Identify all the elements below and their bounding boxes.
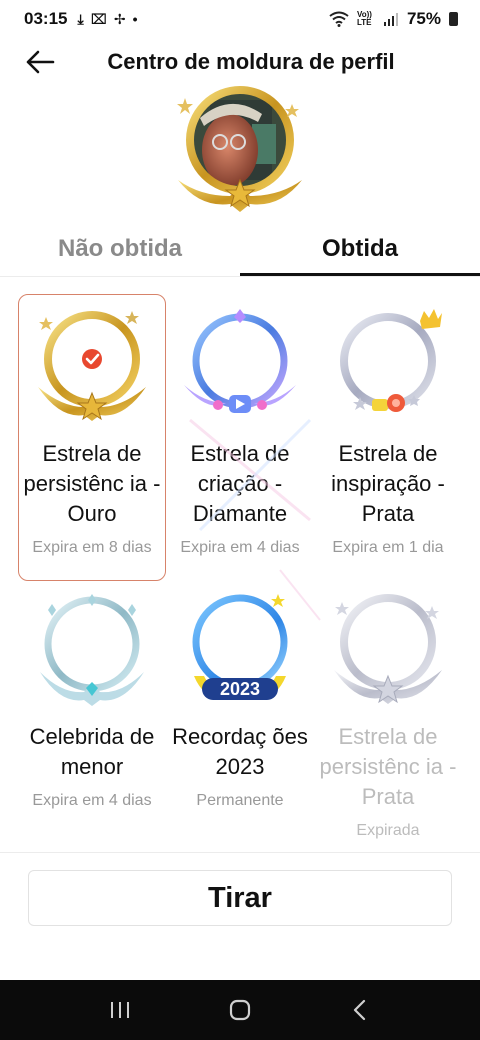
frame-card[interactable]: Estrela de inspiração - Prata Expira em … xyxy=(314,294,462,581)
frame-name: Estrela de criação - Diamante xyxy=(190,441,290,526)
frame-preview xyxy=(170,84,310,214)
remove-frame-button[interactable]: Tirar xyxy=(28,870,452,926)
frame-tabs: Não obtida Obtida xyxy=(0,222,480,276)
frame-name: Celebrida de menor xyxy=(29,724,155,779)
bottom-divider xyxy=(0,852,480,853)
frame-expiry: Expira em 4 dias xyxy=(32,792,152,809)
diamond-frame-icon xyxy=(184,309,296,413)
pinwheel-icon: ✢ xyxy=(113,10,126,27)
frame-card[interactable]: Estrela de persistênc ia - Ouro Expira e… xyxy=(18,294,166,581)
frame-expiry: Expira em 8 dias xyxy=(32,539,152,556)
frame-name: Estrela de persistênc ia - Prata xyxy=(319,724,457,809)
frame-expiry: Expirada xyxy=(356,822,420,839)
battery-percent: 75% xyxy=(406,9,441,28)
tab-obtained[interactable]: Obtida xyxy=(240,222,480,276)
network-label: Vo)) LTE xyxy=(356,10,372,27)
dot-icon: • xyxy=(132,11,138,27)
recent-apps-button[interactable] xyxy=(90,985,150,1035)
battery-icon xyxy=(449,12,458,26)
status-time: 03:15 xyxy=(24,9,68,28)
home-button[interactable] xyxy=(210,985,270,1035)
status-bar: 03:15 ⤓ ⌧ ✢ • Vo)) LTE 75% xyxy=(0,0,480,38)
badge-2023: 2023 xyxy=(220,679,260,699)
capcut-icon: ⌧ xyxy=(90,10,107,27)
frame-thumbnail xyxy=(32,307,152,425)
frame-thumbnail xyxy=(328,590,448,708)
silver-frame-icon xyxy=(334,594,442,704)
frame-card[interactable]: Estrela de persistênc ia - Prata Expirad… xyxy=(314,581,462,868)
frame-thumbnail: 2023 xyxy=(180,590,300,708)
avatar-preview xyxy=(177,86,302,212)
gold-frame-icon xyxy=(38,311,146,421)
notification-icons: ⤓ ⌧ ✢ • xyxy=(77,11,137,28)
frame-thumbnail xyxy=(32,590,152,708)
signal-icon xyxy=(383,13,398,26)
home-icon xyxy=(229,999,251,1021)
frame-card[interactable]: Estrela de criação - Diamante Expira em … xyxy=(166,294,314,581)
chevron-left-icon xyxy=(353,999,366,1021)
frame-expiry: Permanente xyxy=(196,792,284,809)
frame-thumbnail xyxy=(328,307,448,425)
frame-name: Estrela de inspiração - Prata xyxy=(331,441,445,526)
page-title: Centro de moldura de perfil xyxy=(107,49,395,74)
system-back-button[interactable] xyxy=(330,985,390,1035)
download-icon: ⤓ xyxy=(77,10,84,27)
silver-crown-frame-icon xyxy=(340,309,442,412)
frame-name: Recordaç ões 2023 xyxy=(172,724,308,779)
ice-frame-icon xyxy=(40,594,144,706)
frame-name: Estrela de persistênc ia - Ouro xyxy=(23,441,161,526)
app-header: Centro de moldura de perfil xyxy=(0,40,480,84)
tab-not-obtained[interactable]: Não obtida xyxy=(0,222,240,276)
tab-divider xyxy=(0,276,480,277)
system-nav-bar xyxy=(0,980,480,1040)
frame-card[interactable]: 2023 Recordaç ões 2023 Permanente xyxy=(166,581,314,868)
2023-frame-icon: 2023 xyxy=(192,594,288,700)
recent-apps-icon xyxy=(111,1002,129,1018)
wifi-icon xyxy=(329,11,349,27)
frame-expiry: Expira em 1 dia xyxy=(332,539,444,556)
frame-thumbnail xyxy=(180,307,300,425)
frame-grid: Estrela de persistênc ia - Ouro Expira e… xyxy=(18,294,462,868)
frame-expiry: Expira em 4 dias xyxy=(180,539,300,556)
frame-card[interactable]: Celebrida de menor Expira em 4 dias xyxy=(18,581,166,868)
